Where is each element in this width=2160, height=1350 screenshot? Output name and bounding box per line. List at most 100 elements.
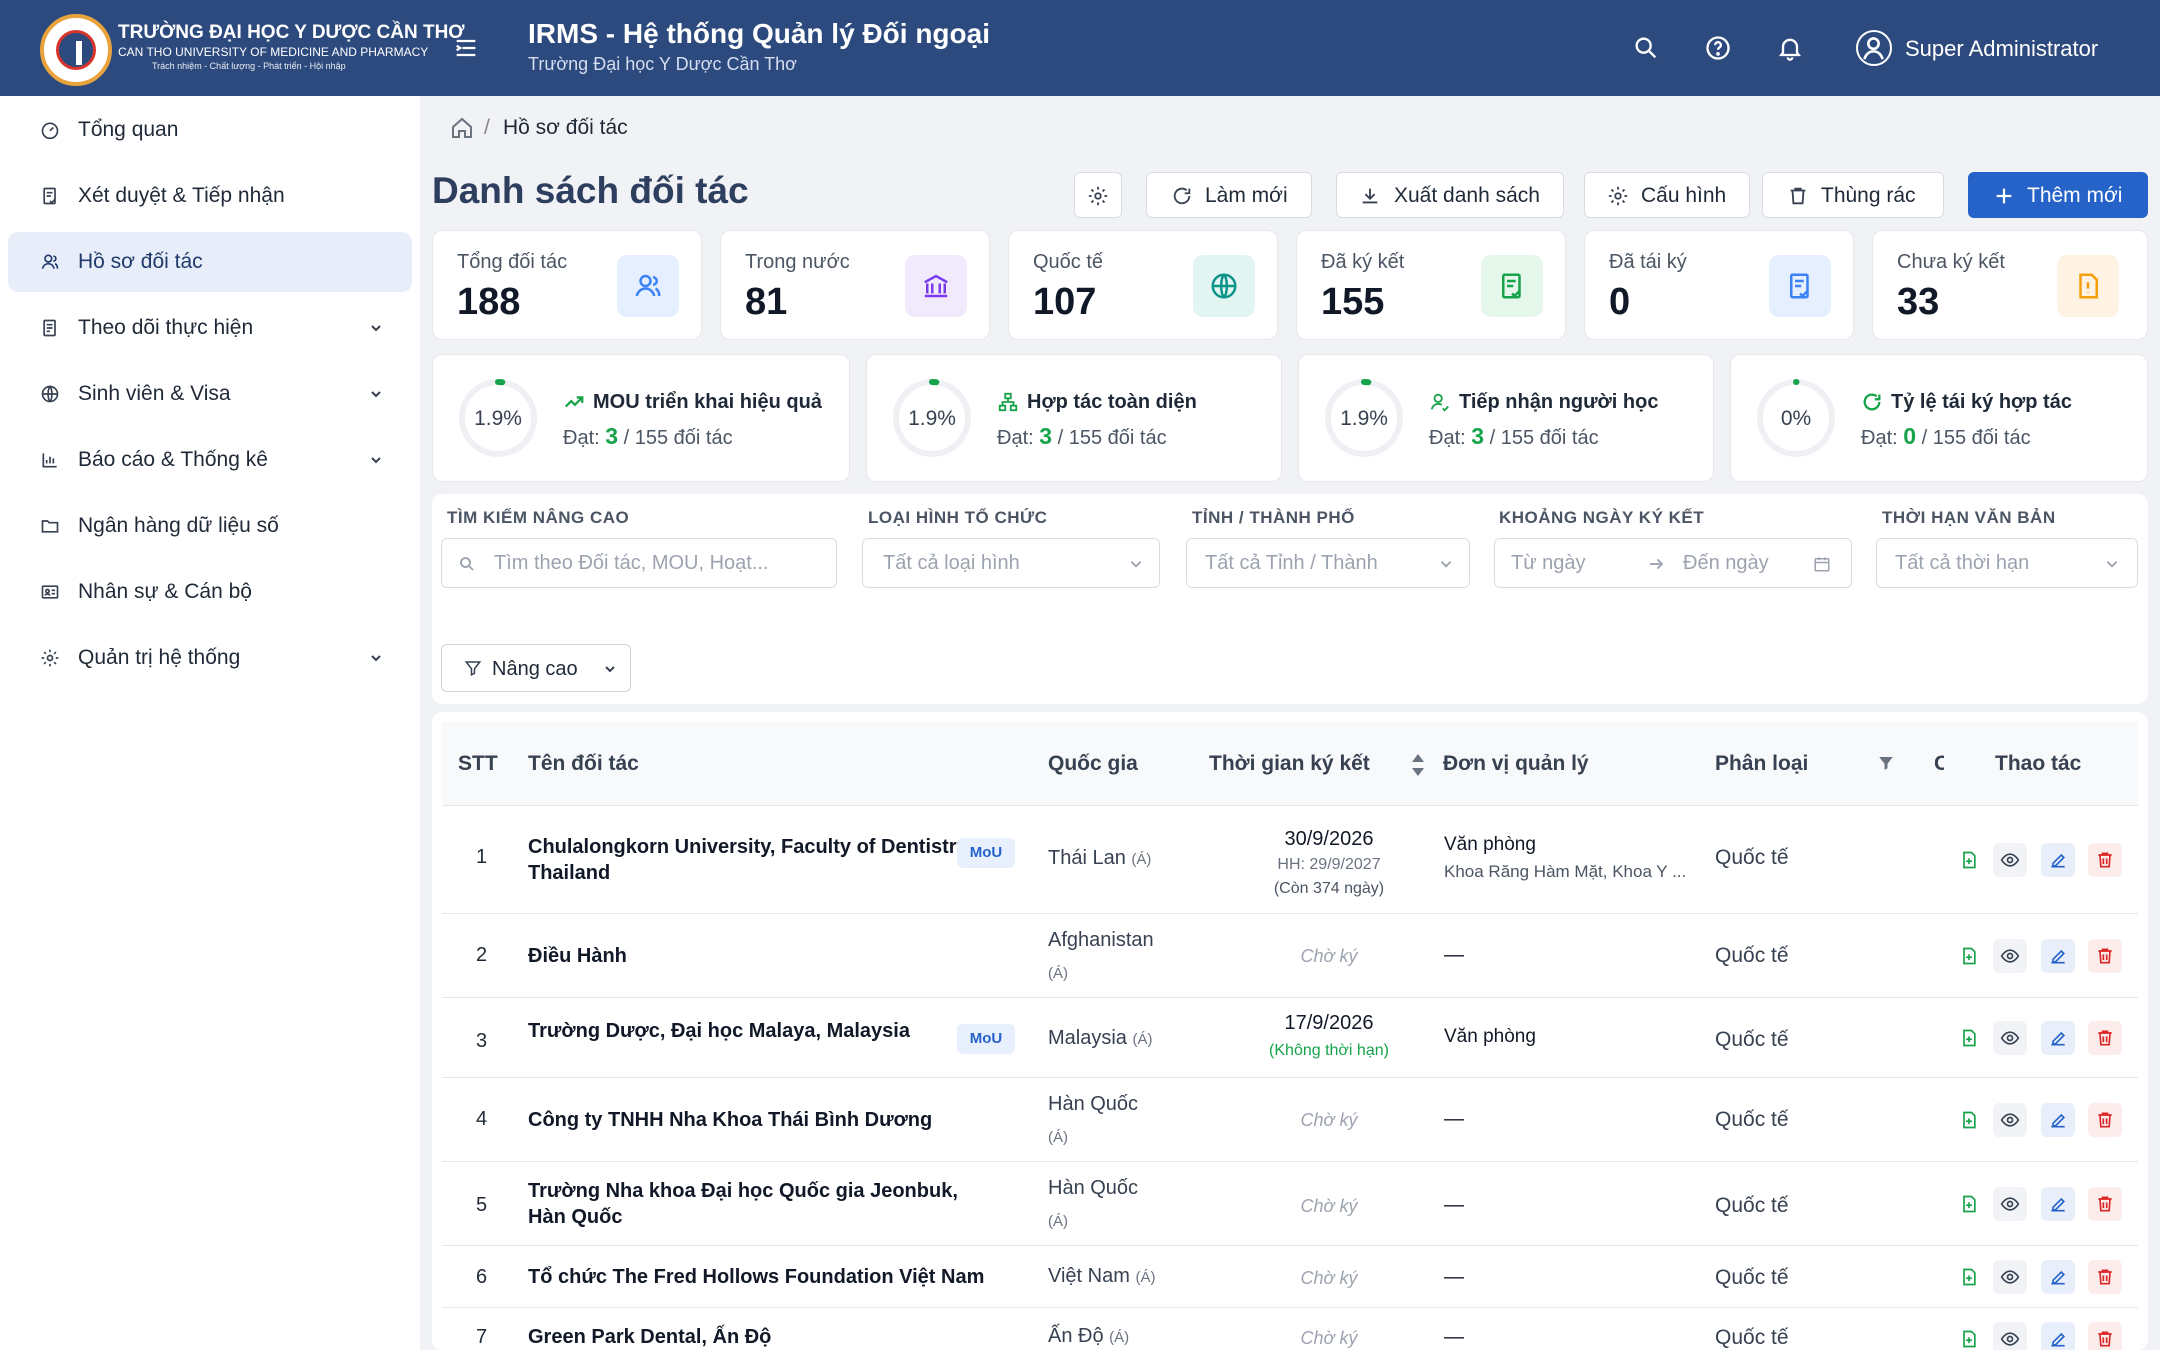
sidebar-item-overview[interactable]: Tổng quan (8, 100, 412, 160)
refresh-icon (1863, 393, 1881, 411)
settings-button[interactable] (1074, 172, 1122, 218)
city-select[interactable]: Tất cả Tỉnh / Thành (1186, 538, 1470, 588)
add-document-button[interactable] (1952, 1021, 1986, 1055)
delete-button[interactable] (2088, 939, 2122, 973)
edit-button[interactable] (2041, 1187, 2075, 1221)
export-button[interactable]: Xuất danh sách (1336, 172, 1564, 218)
add-document-button[interactable] (1952, 1260, 1986, 1294)
delete-button[interactable] (2088, 843, 2122, 877)
trash-button[interactable]: Thùng rác (1762, 172, 1944, 218)
brand-name: TRƯỜNG ĐẠI HỌC Y DƯỢC CẦN THƠ (118, 22, 465, 43)
add-partner-button[interactable]: Thêm mới (1968, 172, 2148, 218)
table-row[interactable]: 1 Chulalongkorn University, Faculty of D… (442, 806, 2138, 914)
menu-icon[interactable] (452, 34, 480, 62)
view-button[interactable] (1993, 939, 2027, 973)
home-icon[interactable] (450, 116, 474, 140)
edit-icon (2051, 949, 2066, 964)
search-icon[interactable] (1632, 34, 1660, 62)
add-document-button[interactable] (1952, 843, 1986, 877)
bell-icon[interactable] (1776, 34, 1804, 62)
user-name[interactable]: Super Administrator (1905, 36, 2098, 62)
delete-icon (2098, 948, 2112, 964)
table-row[interactable]: 7 Green Park Dental, Ấn Độ Ấn Độ (Á) Chờ… (442, 1308, 2138, 1350)
partners-table: STT Tên đối tác Quốc gia Thời gian ký kế… (432, 712, 2148, 1350)
user-check-icon (1430, 393, 1449, 412)
sidebar: Tổng quan Xét duyệt & Tiếp nhận Hồ sơ đố… (0, 96, 420, 1350)
add-document-button[interactable] (1952, 939, 1986, 973)
column-header-unit: Đơn vị quản lý (1443, 752, 1589, 775)
kpi-card-mou: 1.9% MOU triển khai hiệu quả Đạt: 3 / 15… (432, 354, 850, 482)
help-icon[interactable] (1704, 34, 1732, 62)
org-type-select[interactable]: Tất cả loại hình (862, 538, 1160, 588)
partner-name[interactable]: Chulalongkorn University, Faculty of Den… (528, 834, 988, 886)
sidebar-item-students-visa[interactable]: Sinh viên & Visa (8, 364, 412, 424)
chevron-down-icon (371, 457, 381, 464)
term-select[interactable]: Tất cả thời hạn (1876, 538, 2138, 588)
partner-name[interactable]: Trường Dược, Đại học Malaya, Malaysia (528, 1018, 988, 1044)
filter-icon[interactable] (1877, 754, 1895, 772)
sidebar-item-partners[interactable]: Hồ sơ đối tác (8, 232, 412, 292)
view-button[interactable] (1993, 1187, 2027, 1221)
add-document-button[interactable] (1952, 1322, 1986, 1350)
download-icon (1362, 188, 1378, 204)
pending-document-icon (2057, 255, 2119, 317)
edit-button[interactable] (2041, 843, 2075, 877)
column-header-type: Phân loại (1715, 752, 1809, 775)
table-row[interactable]: 5 Trường Nha khoa Đại học Quốc gia Jeonb… (442, 1162, 2138, 1246)
edit-button[interactable] (2041, 1322, 2075, 1350)
delete-icon (2098, 1112, 2112, 1128)
view-button[interactable] (1993, 843, 2027, 877)
sidebar-item-staff[interactable]: Nhân sự & Cán bộ (8, 562, 412, 622)
add-document-icon (1963, 1195, 1976, 1213)
sidebar-item-review[interactable]: Xét duyệt & Tiếp nhận (8, 166, 412, 226)
delete-button[interactable] (2088, 1187, 2122, 1221)
add-document-button[interactable] (1952, 1187, 1986, 1221)
edit-button[interactable] (2041, 1103, 2075, 1137)
trend-up-icon (564, 396, 584, 408)
sort-icon[interactable] (1410, 752, 1426, 778)
search-input[interactable]: Tìm theo Đối tác, MOU, Hoạt... (441, 538, 837, 588)
refresh-button[interactable]: Làm mới (1146, 172, 1312, 218)
table-row[interactable]: 6 Tổ chức The Fred Hollows Foundation Vi… (442, 1246, 2138, 1308)
stat-card-renewed: Đã tái ký 0 (1584, 230, 1854, 340)
add-document-icon (1963, 851, 1976, 869)
delete-button[interactable] (2088, 1260, 2122, 1294)
network-icon (998, 392, 1018, 412)
table-row[interactable]: 2 Điều Hành Afghanistan (Á) Chờ ký — Quốc… (442, 914, 2138, 998)
view-button[interactable] (1993, 1322, 2027, 1350)
delete-button[interactable] (2088, 1021, 2122, 1055)
chart-icon (42, 453, 57, 468)
config-button[interactable]: Cấu hình (1584, 172, 1750, 218)
edit-icon (2051, 1270, 2066, 1285)
partner-name[interactable]: Trường Nha khoa Đại học Quốc gia Jeonbuk… (528, 1178, 988, 1230)
partner-name[interactable]: Điều Hành (528, 943, 988, 969)
date-range-picker[interactable]: Từ ngày Đến ngày (1494, 538, 1852, 588)
view-button[interactable] (1993, 1021, 2027, 1055)
stat-card-signed: Đã ký kết 155 (1296, 230, 1566, 340)
user-avatar-icon[interactable] (1856, 30, 1892, 66)
kpi-card-renewal-rate: 0% Tỷ lệ tái ký hợp tác Đạt: 0 / 155 đối… (1730, 354, 2148, 482)
refresh-icon (1173, 187, 1191, 205)
sidebar-item-admin[interactable]: Quản trị hệ thống (8, 628, 412, 688)
sidebar-item-tracking[interactable]: Theo dõi thực hiện (8, 298, 412, 358)
add-document-button[interactable] (1952, 1103, 1986, 1137)
edit-button[interactable] (2041, 1260, 2075, 1294)
table-row[interactable]: 4 Công ty TNHH Nha Khoa Thái Bình Dương … (442, 1078, 2138, 1162)
view-button[interactable] (1993, 1260, 2027, 1294)
edit-button[interactable] (2041, 1021, 2075, 1055)
partner-name[interactable]: Green Park Dental, Ấn Độ (528, 1324, 988, 1350)
delete-button[interactable] (2088, 1103, 2122, 1137)
advanced-filter-button[interactable]: Nâng cao (441, 644, 631, 692)
mou-badge: MoU (957, 838, 1015, 868)
partner-name[interactable]: Công ty TNHH Nha Khoa Thái Bình Dương (528, 1107, 988, 1133)
sidebar-item-reports[interactable]: Báo cáo & Thống kê (8, 430, 412, 490)
gear-icon (1088, 186, 1108, 206)
column-header-sign-date[interactable]: Thời gian ký kết (1209, 752, 1370, 776)
partner-name[interactable]: Tổ chức The Fred Hollows Foundation Việt… (528, 1264, 988, 1290)
edit-button[interactable] (2041, 939, 2075, 973)
delete-button[interactable] (2088, 1322, 2122, 1350)
table-row[interactable]: 3 Trường Dược, Đại học Malaya, Malaysia … (442, 998, 2138, 1078)
sidebar-item-data-bank[interactable]: Ngân hàng dữ liệu số (8, 496, 412, 556)
renewed-document-icon (1769, 255, 1831, 317)
view-button[interactable] (1993, 1103, 2027, 1137)
